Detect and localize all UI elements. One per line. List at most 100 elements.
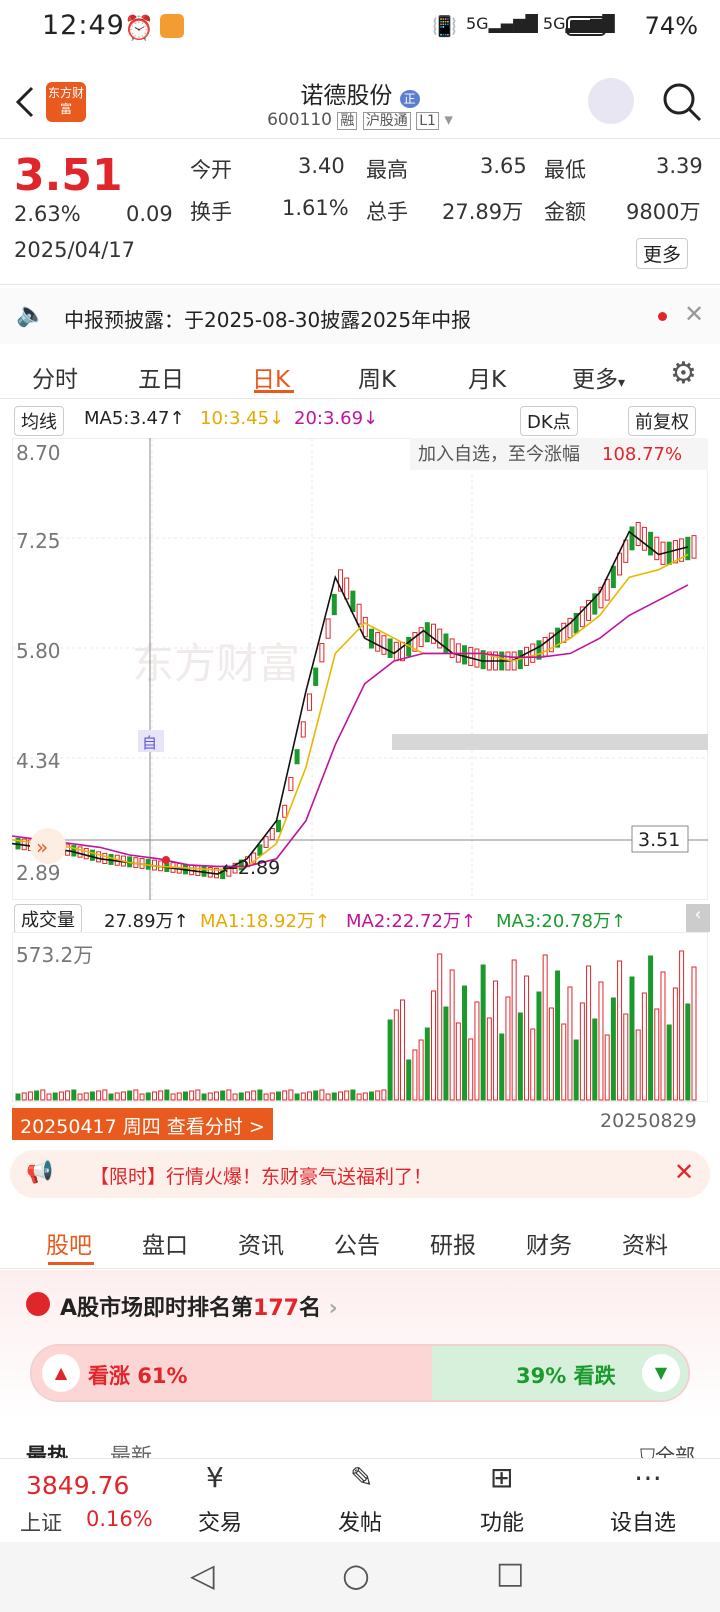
nav-back-icon[interactable]: ◁	[190, 1556, 215, 1594]
volume-bar	[629, 976, 635, 1101]
resistance-band	[392, 734, 708, 750]
apps-icon[interactable]: ⊞	[490, 1461, 513, 1494]
kline-chart[interactable]: 东方财富 8.70 7.25 5.80 4.34 2.89 加入自选，至今涨幅 …	[12, 438, 708, 900]
volume-bar	[145, 1092, 151, 1101]
tab-daily-k[interactable]: 日K	[252, 360, 290, 394]
volume-bar	[226, 1089, 232, 1101]
more-button[interactable]: 更多	[636, 238, 689, 269]
volume-bar	[15, 1093, 21, 1101]
volume-bar	[114, 1092, 120, 1101]
index-value[interactable]: 3849.76	[26, 1471, 129, 1500]
volume-bar	[306, 1091, 312, 1101]
volume-selector[interactable]: 成交量	[14, 904, 82, 934]
tab-five-day[interactable]: 五日	[138, 360, 184, 394]
content-tabs: 股吧 盘口 资讯 公告 研报 财务 资料	[0, 1212, 720, 1268]
volume-bar	[555, 970, 561, 1101]
volume-bar	[232, 1093, 238, 1101]
bull-arrow-icon[interactable]: ▲	[42, 1354, 80, 1392]
search-icon[interactable]	[660, 80, 704, 124]
more-dots-icon[interactable]: ⋯	[634, 1461, 662, 1494]
self-select-mark: 自	[142, 734, 157, 752]
volume-bar	[282, 1090, 288, 1101]
volume-bar	[443, 1006, 449, 1101]
ma-selector[interactable]: 均线	[14, 406, 64, 436]
tab-news[interactable]: 资讯	[238, 1226, 284, 1260]
candle	[325, 618, 331, 639]
volume-bar	[170, 1093, 176, 1101]
nav-home-icon[interactable]: ○	[342, 1556, 370, 1594]
volume-bar	[592, 1018, 598, 1101]
volume-bar	[300, 1092, 306, 1101]
notice-dot	[658, 312, 667, 321]
ma20-value: 20:3.69↓	[294, 408, 379, 429]
gain-label: 加入自选，至今涨幅	[418, 444, 580, 465]
tab-monthly-k[interactable]: 月K	[468, 360, 506, 394]
volume-bar	[610, 997, 616, 1101]
bull-label[interactable]: 看涨 61%	[88, 1360, 188, 1390]
candle	[288, 776, 294, 792]
open-value: 3.40	[298, 154, 345, 178]
add-watchlist-button[interactable]: 设自选	[610, 1505, 676, 1537]
current-price: 3.51	[14, 150, 123, 201]
tab-intraday[interactable]: 分时	[32, 360, 78, 394]
tab-pankou[interactable]: 盘口	[142, 1226, 188, 1260]
volume-bar	[356, 1093, 362, 1101]
tab-more[interactable]: 更多▾	[572, 360, 625, 394]
tab-weekly-k[interactable]: 周K	[358, 360, 396, 394]
view-intraday-button[interactable]: 20250417 周四 查看分时 >	[12, 1108, 273, 1140]
candle	[263, 836, 269, 848]
badge-connect: 沪股通	[362, 112, 411, 130]
volume-bar	[449, 969, 455, 1101]
tab-research[interactable]: 研报	[430, 1226, 476, 1260]
bear-arrow-icon[interactable]: ▼	[642, 1354, 680, 1392]
promo-banner[interactable]: 📢 【限时】行情火爆！东财豪气送福利了！ ✕	[10, 1150, 710, 1198]
volume-bar	[244, 1091, 250, 1101]
battery-level: 74%	[644, 12, 698, 40]
assistant-avatar[interactable]	[588, 78, 634, 124]
close-icon[interactable]: ✕	[684, 300, 704, 328]
volume-bar	[176, 1092, 182, 1101]
tab-announcements[interactable]: 公告	[334, 1226, 380, 1260]
low-value: 3.39	[656, 154, 703, 178]
function-button[interactable]: 功能	[480, 1505, 524, 1537]
nav-recents-icon[interactable]: □	[496, 1556, 524, 1591]
volume-bar	[598, 981, 604, 1101]
post-button[interactable]: 发帖	[338, 1505, 382, 1537]
notice-bar[interactable]: 🔈 中报预披露：于2025-08-30披露2025年中报 ✕	[0, 288, 720, 344]
notice-text: 中报预披露：于2025-08-30披露2025年中报	[64, 308, 472, 332]
tab-guba[interactable]: 股吧	[46, 1226, 92, 1260]
volume-bar	[437, 953, 443, 1101]
settings-icon[interactable]: ⚙	[670, 356, 697, 391]
volume-bar	[369, 1091, 375, 1101]
volume-bar	[344, 1090, 350, 1101]
tab-profile[interactable]: 资料	[622, 1226, 668, 1260]
sentiment-bar: ▲ 看涨 61% 39% 看跌 ▼	[30, 1344, 690, 1402]
promo-close-icon[interactable]: ✕	[674, 1158, 694, 1186]
volume-bar	[685, 1003, 691, 1101]
tab-finance[interactable]: 财务	[526, 1226, 572, 1260]
vibrate-icon: 📳	[432, 14, 457, 38]
vol-ma3: MA3:20.78万↑	[496, 911, 626, 932]
trade-icon[interactable]: ¥	[206, 1461, 224, 1494]
badge-level: L1	[416, 112, 439, 130]
dk-point-button[interactable]: DK点	[520, 406, 578, 436]
volume-bar	[213, 1091, 219, 1101]
collapse-icon[interactable]: ‹	[686, 904, 710, 932]
volume-chart[interactable]: 573.2万	[12, 932, 708, 1102]
candle	[350, 590, 356, 613]
ma10-value: 10:3.45↓	[200, 408, 285, 429]
trade-button[interactable]: 交易	[198, 1505, 242, 1537]
promo-text: 【限时】行情火爆！东财豪气送福利了！	[90, 1166, 433, 1188]
volume-bar	[524, 975, 530, 1101]
rank-text[interactable]: A股市场即时排名第177名 ›	[60, 1290, 338, 1322]
volume-bar	[381, 1089, 387, 1101]
post-icon[interactable]: ✎	[350, 1461, 373, 1494]
candle	[96, 851, 102, 863]
volume-bar	[251, 1090, 257, 1101]
dropdown-icon: ▾	[444, 110, 453, 130]
candle	[89, 849, 95, 861]
volume-bar	[77, 1093, 83, 1101]
bear-label[interactable]: 39% 看跌	[516, 1360, 616, 1390]
volume-bar	[21, 1092, 27, 1101]
adjust-selector[interactable]: 前复权	[628, 406, 696, 436]
